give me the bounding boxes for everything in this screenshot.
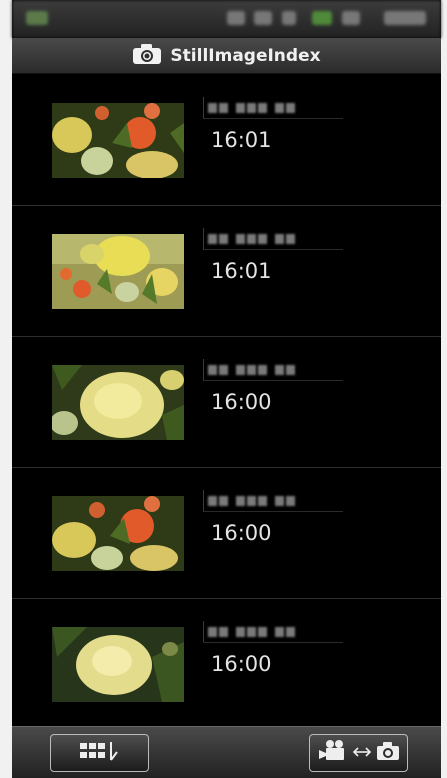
list-item[interactable]: 16:00	[12, 468, 441, 599]
date-redacted	[203, 621, 343, 643]
list-item[interactable]: 16:00	[12, 599, 441, 730]
title-bar: StillImageIndex	[12, 38, 441, 74]
image-thumbnail[interactable]	[52, 234, 184, 309]
image-thumbnail[interactable]	[52, 627, 184, 702]
list-item[interactable]: 16:01	[12, 75, 441, 206]
image-thumbnail[interactable]	[52, 496, 184, 571]
item-time: 16:01	[211, 259, 272, 283]
bottom-toolbar	[12, 726, 441, 778]
item-time: 16:00	[211, 390, 272, 414]
camera-icon	[132, 43, 162, 69]
list-item[interactable]: 16:00	[12, 337, 441, 468]
date-redacted	[203, 228, 343, 250]
photo-camera-icon	[376, 741, 400, 765]
item-time: 16:00	[211, 652, 272, 676]
clock-text	[384, 11, 426, 25]
thumbnail-grid-sort-icon	[78, 740, 122, 766]
item-time: 16:00	[211, 521, 272, 545]
date-redacted	[203, 359, 343, 381]
video-camera-icon	[318, 739, 348, 767]
item-time: 16:01	[211, 128, 272, 152]
image-list: 16:01 16:01 16:00 16:00 16:00	[12, 75, 441, 730]
thumbnail-sort-button[interactable]	[50, 734, 149, 772]
battery-icon	[342, 11, 360, 25]
swap-arrow-icon	[352, 744, 372, 763]
image-thumbnail[interactable]	[52, 103, 184, 178]
status-icon	[227, 11, 245, 25]
device-frame-right	[441, 0, 447, 778]
status-icon	[254, 11, 272, 25]
app-screen: StillImageIndex 16:01 16:01 16:00 16:00 …	[12, 0, 441, 778]
device-frame-left	[0, 0, 12, 778]
list-item[interactable]: 16:01	[12, 206, 441, 337]
date-redacted	[203, 97, 343, 119]
date-redacted	[203, 490, 343, 512]
status-icon	[282, 11, 296, 25]
video-photo-switch-button[interactable]	[309, 734, 408, 772]
notification-icon	[26, 11, 48, 25]
status-bar	[12, 0, 441, 38]
image-thumbnail[interactable]	[52, 365, 184, 440]
app-title: StillImageIndex	[170, 45, 321, 66]
signal-icon	[312, 11, 332, 25]
